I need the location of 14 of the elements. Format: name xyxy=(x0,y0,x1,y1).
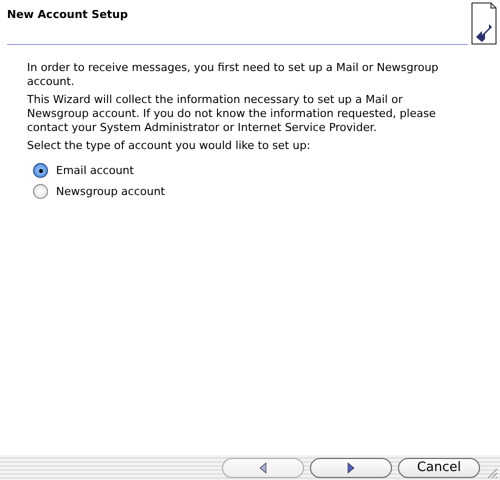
radio-button[interactable] xyxy=(33,184,48,199)
wizard-title: New Account Setup xyxy=(7,8,468,45)
radio-button[interactable] xyxy=(33,163,48,178)
instruction-text: In order to receive messages, you first need to set up a Mail or Newsgroup account. xyxy=(27,61,440,89)
document-arrows-icon xyxy=(471,1,497,45)
cancel-button[interactable]: Cancel xyxy=(398,458,480,478)
instruction-text: This Wizard will collect the information necessary to set up a Mail or Newsgroup account. If you do not know the information requested, please contact your System Administrator or Internet Service Provider. xyxy=(27,93,437,135)
triangle-icon xyxy=(259,462,267,474)
option-label[interactable]: Email account xyxy=(56,164,134,177)
next-button[interactable] xyxy=(310,458,392,478)
triangle-icon xyxy=(347,462,355,474)
instruction-text: Select the type of account you would like to set up: xyxy=(27,139,312,153)
option-label[interactable]: Newsgroup account xyxy=(56,185,165,198)
resize-grip-icon xyxy=(486,467,498,479)
